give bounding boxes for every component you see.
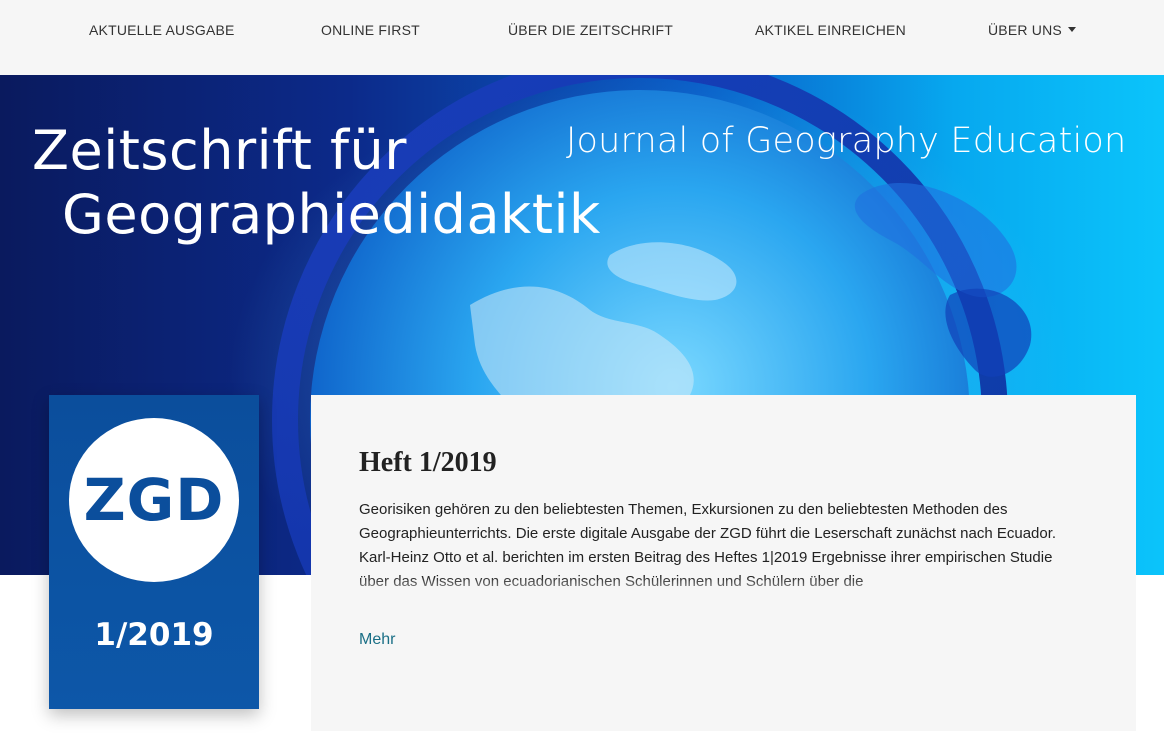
text-fade-overlay xyxy=(359,576,1064,608)
nav-item-current-issue[interactable]: AKTUELLE AUSGABE xyxy=(89,22,235,38)
nav-item-about-us-label: ÜBER UNS xyxy=(988,22,1062,38)
nav-item-about-journal[interactable]: ÜBER DIE ZEITSCHRIFT xyxy=(508,22,673,38)
journal-title-line-2: Geographiedidaktik xyxy=(62,183,601,246)
journal-title-english: Journal of Geography Education xyxy=(566,121,1127,161)
nav-item-submit-article[interactable]: AKTIKEL EINREICHEN xyxy=(755,22,906,38)
current-issue-card: Heft 1/2019 Georisiken gehören zu den be… xyxy=(311,395,1136,731)
cover-logo-circle: ZGD xyxy=(69,418,239,582)
cover-journal-abbreviation: ZGD xyxy=(83,466,225,534)
journal-title-line-1: Zeitschrift für xyxy=(32,119,407,182)
more-link[interactable]: Mehr xyxy=(359,631,395,649)
chevron-down-icon xyxy=(1067,27,1076,32)
issue-cover[interactable]: ZGD 1/2019 xyxy=(49,395,259,709)
cover-issue-number: 1/2019 xyxy=(94,617,214,653)
journal-title-german: Zeitschrift für Geographiedidaktik xyxy=(32,119,601,247)
top-navigation: AKTUELLE AUSGABE ONLINE FIRST ÜBER DIE Z… xyxy=(0,0,1164,75)
nav-item-about-us-dropdown[interactable]: ÜBER UNS xyxy=(988,22,1076,38)
nav-item-online-first[interactable]: ONLINE FIRST xyxy=(321,22,420,38)
issue-heading: Heft 1/2019 xyxy=(359,447,497,478)
